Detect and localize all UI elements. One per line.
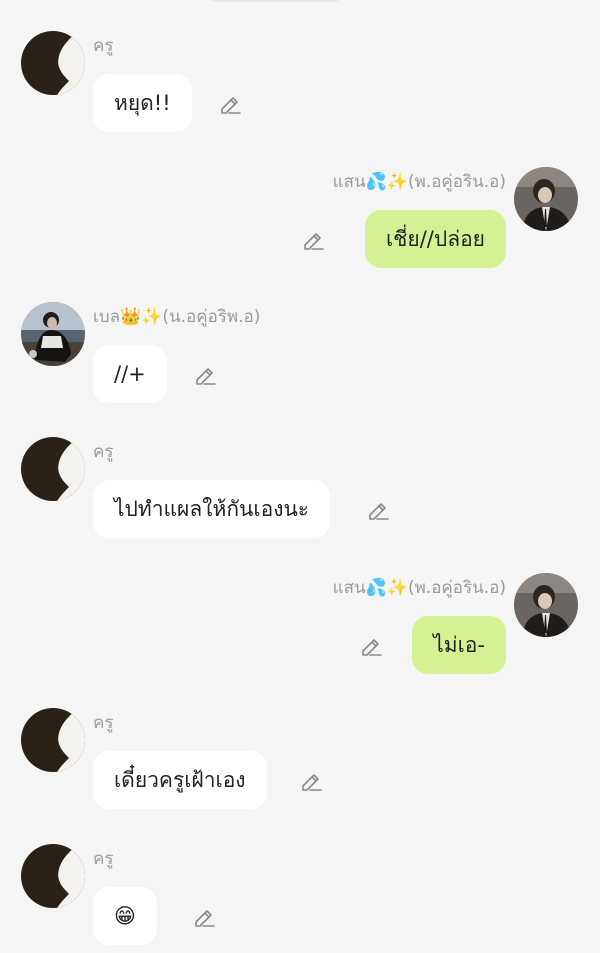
sender-name: แสน💦✨(พ.อคู่อริน.อ) xyxy=(332,172,506,192)
avatar[interactable] xyxy=(21,844,85,908)
sender-name: ครู xyxy=(93,442,114,462)
sender-name: แสน💦✨(พ.อคู่อริน.อ) xyxy=(332,578,506,598)
message-bubble[interactable]: ไม่เอ- xyxy=(412,616,506,674)
avatar[interactable] xyxy=(514,573,578,637)
pencil-icon[interactable] xyxy=(219,92,243,116)
pencil-icon[interactable] xyxy=(194,363,218,387)
pencil-icon[interactable] xyxy=(193,905,217,929)
pencil-icon[interactable] xyxy=(367,498,391,522)
top-pill-indicator xyxy=(208,0,342,2)
avatar[interactable] xyxy=(21,302,85,366)
sender-name: ครู xyxy=(93,36,114,56)
message-bubble[interactable]: เชี่ย//ปล่อย xyxy=(364,210,506,268)
avatar[interactable] xyxy=(514,167,578,231)
message-bubble[interactable]: 😁 xyxy=(93,887,157,945)
message-bubble[interactable]: เดี๋ยวครูเฝ้าเอง xyxy=(93,751,267,809)
sender-name: เบล👑✨(น.อคู่อริพ.อ) xyxy=(93,307,261,327)
sender-name: ครู xyxy=(93,713,114,733)
pencil-icon[interactable] xyxy=(302,228,326,252)
avatar[interactable] xyxy=(21,708,85,772)
pencil-icon[interactable] xyxy=(300,769,324,793)
pencil-icon[interactable] xyxy=(360,634,384,658)
message-bubble[interactable]: หยุด!! xyxy=(93,74,192,132)
avatar[interactable] xyxy=(21,437,85,501)
sender-name: ครู xyxy=(93,849,114,869)
message-bubble[interactable]: ไปทำแผลให้กันเองนะ xyxy=(93,480,331,538)
message-bubble[interactable]: //+ xyxy=(93,345,167,403)
avatar[interactable] xyxy=(21,31,85,95)
